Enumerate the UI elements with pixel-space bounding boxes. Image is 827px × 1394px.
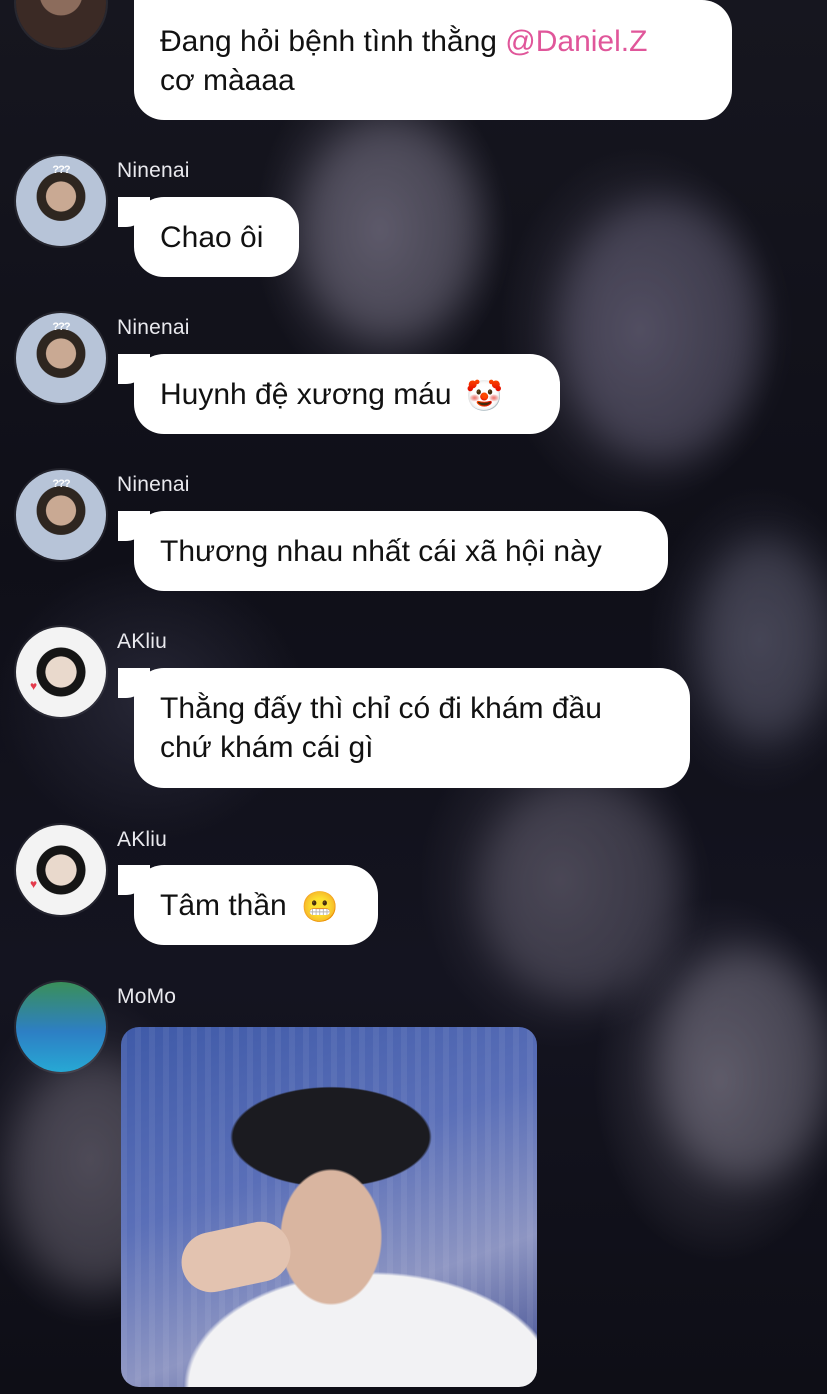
sender-name: AKliu <box>117 630 168 653</box>
avatar-badge: ??? <box>52 164 70 176</box>
sender-avatar[interactable]: ??? <box>16 313 106 403</box>
message-bubble[interactable]: Thằng đấy thì chỉ có đi khám đầu chứ khá… <box>118 668 690 788</box>
message-bubble[interactable]: Huynh đệ xương máu 🤡 <box>118 354 560 434</box>
bubble-tail <box>118 197 150 227</box>
message-bubble[interactable]: Thương nhau nhất cái xã hội này <box>118 511 668 591</box>
sender-name: Ninenai <box>117 159 190 182</box>
message-bubble[interactable]: Tâm thần 😬 <box>118 865 378 945</box>
sender-avatar[interactable]: ♥ <box>16 825 106 915</box>
message-text: Chao ôi <box>160 221 264 254</box>
sender-name: MoMo <box>117 985 177 1008</box>
sender-name: Ninenai <box>117 473 190 496</box>
heart-icon: ♥ <box>30 877 38 891</box>
message-bubble[interactable]: Chao ôi <box>118 197 299 277</box>
heart-icon: ♥ <box>30 679 38 693</box>
sender-avatar[interactable]: ??? <box>16 156 106 246</box>
message-text: Đang hỏi bệnh tình thằng @Daniel.Z cơ mà… <box>160 25 648 97</box>
grimace-emoji-icon: 😬 <box>301 890 339 925</box>
photo-content <box>175 1216 297 1298</box>
sender-avatar[interactable]: ♥ <box>16 627 106 717</box>
message-bubble[interactable]: Đang hỏi bệnh tình thằng @Daniel.Z cơ mà… <box>134 0 732 120</box>
clown-emoji-icon: 🤡 <box>465 379 504 414</box>
avatar-badge: ??? <box>52 478 70 490</box>
mention-link[interactable]: @Daniel.Z <box>505 25 647 58</box>
sender-avatar[interactable]: ??? <box>16 470 106 560</box>
bubble-tail <box>118 865 150 895</box>
bubble-tail <box>118 668 150 698</box>
bubble-tail <box>118 511 150 541</box>
message-text: Tâm thần <box>160 889 287 922</box>
avatar-badge: ??? <box>52 321 70 333</box>
sender-name: AKliu <box>117 828 168 851</box>
message-text: Huynh đệ xương máu <box>160 378 452 411</box>
bubble-tail <box>118 354 150 384</box>
sender-avatar[interactable] <box>16 982 106 1072</box>
photo-message[interactable] <box>121 1027 537 1387</box>
message-text: Thằng đấy thì chỉ có đi khám đầu chứ khá… <box>160 692 602 764</box>
message-text: Thương nhau nhất cái xã hội này <box>160 535 602 568</box>
sender-name: Ninenai <box>117 316 190 339</box>
